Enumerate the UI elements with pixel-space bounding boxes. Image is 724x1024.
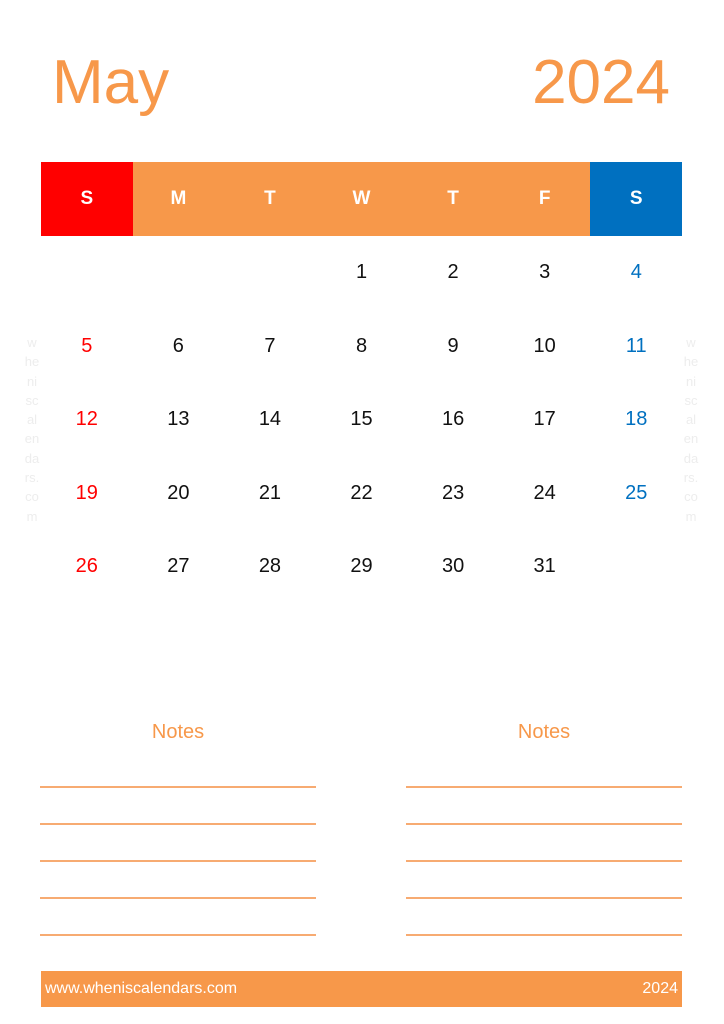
footer-bar: www.wheniscalendars.com 2024 — [41, 971, 682, 1007]
day-cell: 14 — [258, 408, 282, 431]
notes-title: Notes — [151, 721, 205, 743]
weekday-thursday: T — [407, 162, 499, 236]
weekday-friday: F — [498, 162, 591, 236]
weekday-sunday: S — [41, 162, 133, 236]
weekday-wednesday: W — [315, 162, 408, 236]
day-cell: 13 — [167, 408, 190, 431]
day-cell: 10 — [533, 334, 556, 357]
week-row: 12 13 14 15 16 17 18 — [41, 383, 682, 457]
day-cell — [224, 236, 316, 310]
day-cell: 27 — [167, 555, 190, 578]
day-cell: 25 — [625, 481, 648, 504]
note-line — [406, 860, 682, 862]
watermark-left: wheniscalendars.com — [24, 335, 40, 524]
day-cell: 12 — [75, 408, 98, 431]
day-cell: 31 — [533, 555, 556, 578]
day-cell — [41, 236, 133, 310]
week-row: 19 20 21 22 23 24 25 — [41, 457, 682, 531]
day-cell: 24 — [533, 481, 556, 504]
day-cell: 19 — [75, 481, 98, 504]
notes-section-left: Notes — [40, 720, 316, 936]
week-row: 26 27 28 29 30 31 — [41, 530, 682, 604]
note-line — [40, 934, 316, 936]
weekday-tuesday: T — [224, 162, 316, 236]
note-line — [40, 860, 316, 862]
day-cell: 2 — [447, 261, 459, 284]
note-line — [406, 934, 682, 936]
note-line — [406, 786, 682, 788]
day-cell: 1 — [355, 261, 368, 284]
notes-section-right: Notes — [406, 720, 682, 936]
note-line — [40, 786, 316, 788]
day-cell — [590, 530, 682, 604]
footer-url[interactable]: www.wheniscalendars.com — [41, 980, 237, 998]
day-cell: 3 — [539, 261, 551, 284]
year-title: 2024 — [532, 48, 670, 117]
weekday-header: S M T W T F S — [41, 162, 683, 236]
day-cell — [133, 236, 225, 310]
week-row: 5 6 7 8 9 10 11 — [41, 310, 682, 384]
day-cell: 26 — [75, 555, 98, 578]
calendar-grid: 1 2 3 4 5 6 7 8 9 10 11 12 13 14 15 16 1… — [41, 236, 682, 604]
day-cell: 5 — [81, 334, 93, 357]
weekday-saturday: S — [590, 162, 683, 236]
day-cell: 7 — [264, 334, 276, 357]
day-cell: 30 — [441, 555, 465, 578]
day-cell: 20 — [167, 481, 190, 504]
footer-year: 2024 — [642, 980, 678, 997]
day-cell: 28 — [258, 555, 282, 578]
day-cell: 18 — [625, 408, 648, 431]
note-line — [406, 897, 682, 899]
month-title: May — [52, 48, 170, 117]
week-row: 1 2 3 4 — [41, 236, 682, 310]
note-line — [40, 897, 316, 899]
note-line — [406, 823, 682, 825]
day-cell: 29 — [350, 555, 373, 578]
day-cell: 11 — [625, 334, 647, 357]
day-cell: 22 — [350, 481, 373, 504]
day-cell: 21 — [258, 481, 282, 504]
day-cell: 4 — [630, 261, 642, 284]
note-line — [40, 823, 316, 825]
day-cell: 9 — [447, 334, 459, 357]
day-cell: 6 — [172, 334, 184, 357]
day-cell: 16 — [441, 408, 465, 431]
day-cell: 8 — [355, 334, 368, 357]
day-cell: 23 — [441, 481, 465, 504]
day-cell: 15 — [350, 408, 373, 431]
watermark-right: wheniscalendars.com — [683, 335, 699, 524]
notes-title: Notes — [517, 721, 571, 743]
day-cell: 17 — [533, 408, 556, 431]
weekday-monday: M — [132, 162, 225, 236]
